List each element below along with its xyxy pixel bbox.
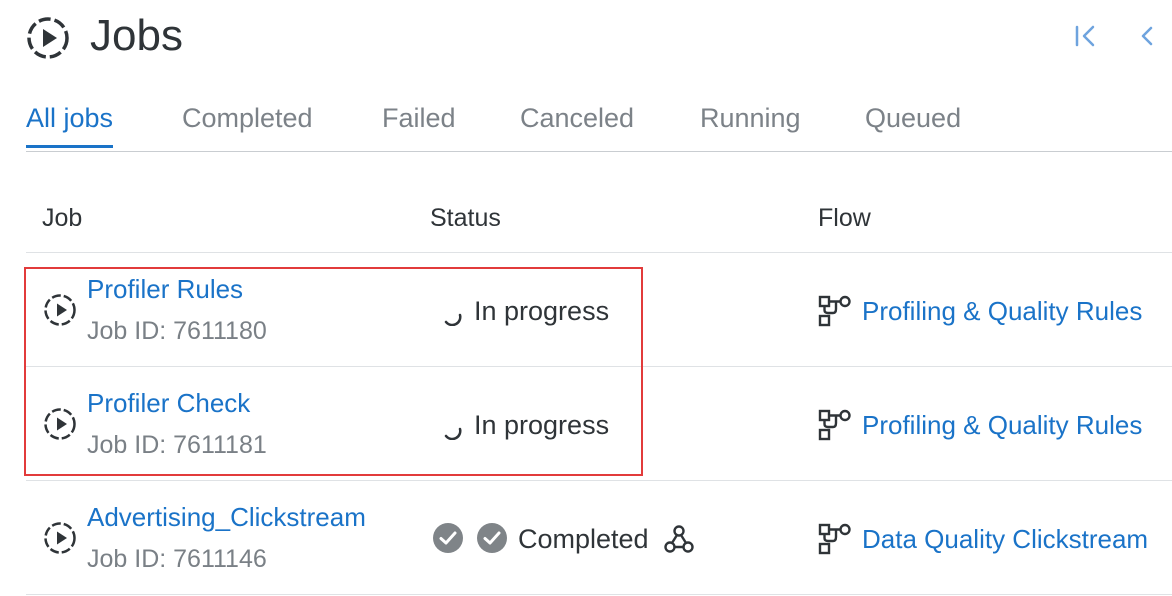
- column-header-job[interactable]: Job: [42, 200, 82, 236]
- flow-link[interactable]: Profiling & Quality Rules: [862, 407, 1162, 443]
- flow-icon: [818, 523, 851, 555]
- play-circle-dashed-icon: [27, 17, 69, 59]
- column-header-flow[interactable]: Flow: [818, 200, 871, 236]
- job-name-link[interactable]: Advertising_Clickstream: [87, 500, 366, 534]
- tab-completed[interactable]: Completed: [182, 96, 313, 148]
- tabs-divider: [26, 151, 1172, 152]
- column-header-status[interactable]: Status: [430, 200, 501, 236]
- play-circle-dashed-icon: [44, 522, 76, 554]
- page-title: Jobs: [90, 11, 183, 60]
- check-circle-icon: [433, 523, 463, 553]
- tab-running[interactable]: Running: [700, 96, 801, 148]
- highlight-box: [24, 267, 643, 476]
- row-divider: [26, 594, 1172, 595]
- job-id: Job ID: 7611146: [87, 545, 267, 573]
- flow-icon: [818, 295, 851, 327]
- flow-link[interactable]: Profiling & Quality Rules: [862, 293, 1162, 329]
- header-divider: [26, 252, 1172, 253]
- status-text: Completed: [518, 524, 649, 554]
- chevron-left-icon[interactable]: [1130, 18, 1166, 54]
- first-page-icon[interactable]: [1068, 18, 1104, 54]
- flow-link[interactable]: Data Quality Clickstream: [862, 521, 1162, 557]
- check-circle-icon: [477, 523, 507, 553]
- tab-queued[interactable]: Queued: [865, 96, 961, 148]
- tab-all-jobs[interactable]: All jobs: [26, 96, 114, 148]
- flow-icon: [818, 409, 851, 441]
- webhook-icon[interactable]: [662, 522, 696, 556]
- tab-failed[interactable]: Failed: [382, 96, 456, 148]
- row-divider: [26, 480, 1172, 481]
- tabs: All jobs Completed Failed Canceled Runni…: [0, 96, 1172, 152]
- tab-canceled[interactable]: Canceled: [520, 96, 634, 148]
